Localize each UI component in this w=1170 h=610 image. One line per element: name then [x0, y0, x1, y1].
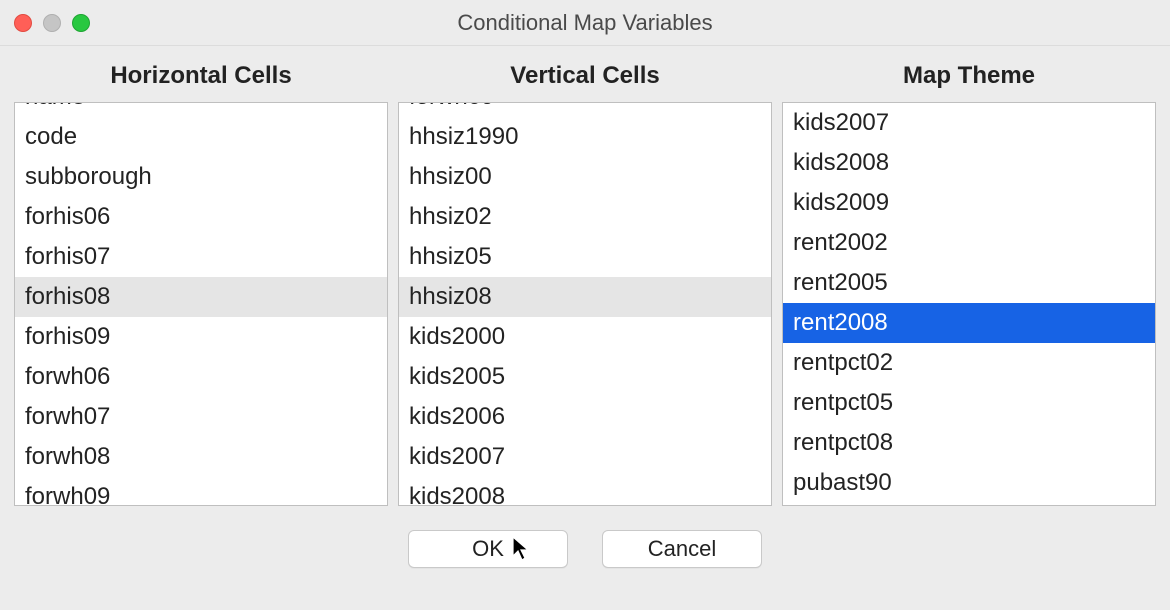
column-header: Map Theme	[903, 62, 1035, 90]
list-item[interactable]: rent2005	[783, 263, 1155, 303]
list-item[interactable]: forhis06	[15, 197, 387, 237]
zoom-icon[interactable]	[72, 14, 90, 32]
column-header: Horizontal Cells	[110, 62, 291, 90]
minimize-icon[interactable]	[43, 14, 61, 32]
ok-button[interactable]: OK	[408, 530, 568, 568]
cancel-button[interactable]: Cancel	[602, 530, 762, 568]
list-item[interactable]: kids2005	[399, 357, 771, 397]
window-title: Conditional Map Variables	[0, 10, 1170, 36]
close-icon[interactable]	[14, 14, 32, 32]
list-item[interactable]: hhsiz1990	[399, 117, 771, 157]
list-item[interactable]: kids2000	[399, 317, 771, 357]
list-item[interactable]: rentpct08	[783, 423, 1155, 463]
list-item[interactable]: rent2002	[783, 223, 1155, 263]
list-item[interactable]: forhis07	[15, 237, 387, 277]
list-item[interactable]: code	[15, 117, 387, 157]
list-item[interactable]: kids2007	[399, 437, 771, 477]
column-horizontal: Horizontal Cells namecodesubboroughforhi…	[14, 56, 388, 506]
window-controls	[14, 14, 90, 32]
listbox-vertical[interactable]: forwh09hhsiz1990hhsiz00hhsiz02hhsiz05hhs…	[398, 102, 772, 506]
list-item[interactable]: rentpct02	[783, 343, 1155, 383]
column-theme: Map Theme kids2007kids2008kids2009rent20…	[782, 56, 1156, 506]
list-item[interactable]: forwh06	[15, 357, 387, 397]
list-item[interactable]: rent2008	[783, 303, 1155, 343]
list-item[interactable]: name	[15, 102, 387, 117]
list-item[interactable]: pubast90	[783, 463, 1155, 503]
list-item[interactable]: kids2007	[783, 103, 1155, 143]
listbox-theme[interactable]: kids2007kids2008kids2009rent2002rent2005…	[782, 102, 1156, 506]
list-item[interactable]: kids2009	[783, 183, 1155, 223]
column-vertical: Vertical Cells forwh09hhsiz1990hhsiz00hh…	[398, 56, 772, 506]
list-item[interactable]: forwh07	[15, 397, 387, 437]
listbox-horizontal[interactable]: namecodesubboroughforhis06forhis07forhis…	[14, 102, 388, 506]
list-item[interactable]: rentpct05	[783, 383, 1155, 423]
list-item[interactable]: hhsiz08	[399, 277, 771, 317]
list-item[interactable]: forwh08	[15, 437, 387, 477]
list-item[interactable]: hhsiz02	[399, 197, 771, 237]
list-item[interactable]: forhis08	[15, 277, 387, 317]
columns: Horizontal Cells namecodesubboroughforhi…	[0, 46, 1170, 506]
list-item[interactable]: forwh09	[399, 102, 771, 117]
dialog-footer: OK Cancel	[0, 506, 1170, 568]
list-item[interactable]: kids2008	[783, 143, 1155, 183]
titlebar: Conditional Map Variables	[0, 0, 1170, 46]
list-item[interactable]: kids2008	[399, 477, 771, 506]
list-item[interactable]: kids2006	[399, 397, 771, 437]
list-item[interactable]: hhsiz05	[399, 237, 771, 277]
list-item[interactable]: subborough	[15, 157, 387, 197]
list-item[interactable]: forhis09	[15, 317, 387, 357]
list-item[interactable]: hhsiz00	[399, 157, 771, 197]
list-item[interactable]: forwh09	[15, 477, 387, 506]
column-header: Vertical Cells	[510, 62, 659, 90]
